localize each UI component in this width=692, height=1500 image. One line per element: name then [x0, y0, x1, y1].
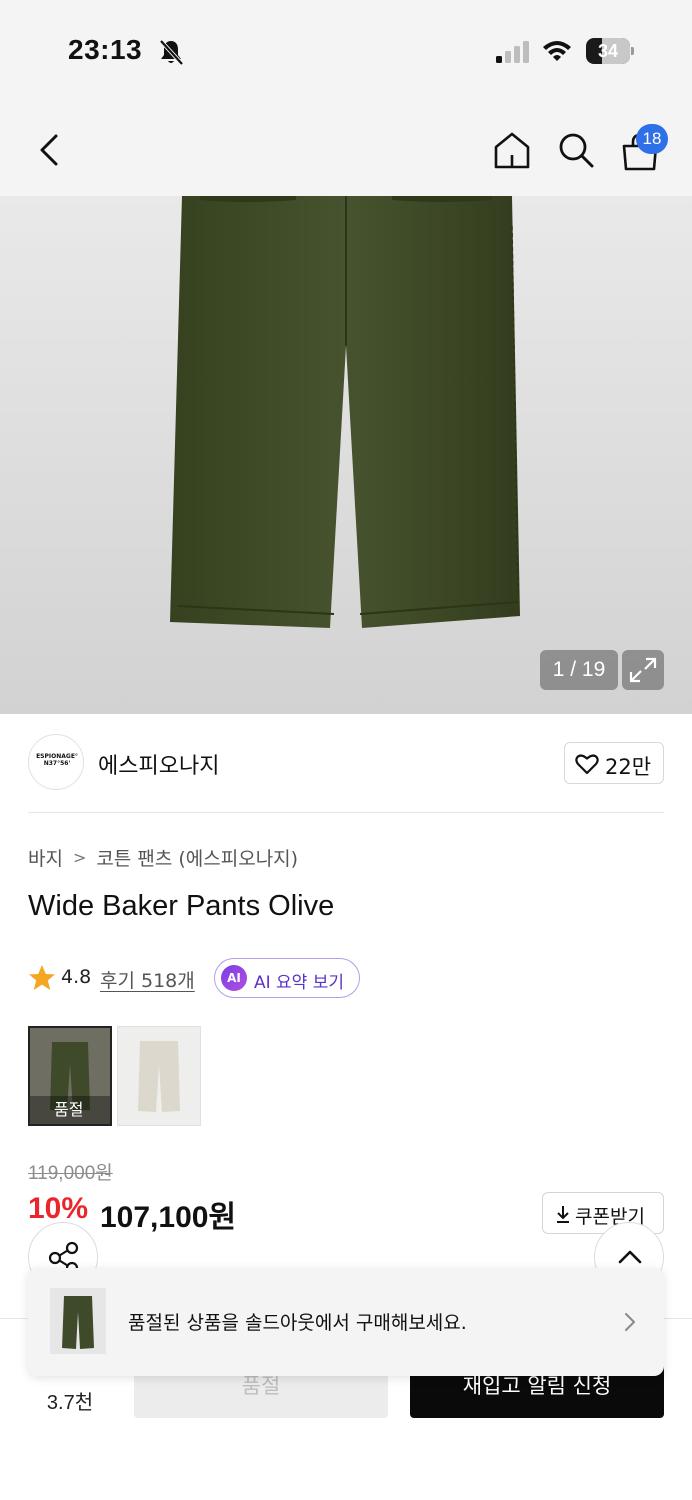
battery-icon: 34: [586, 38, 634, 64]
home-icon[interactable]: [492, 130, 532, 170]
brand-logo-text-1: ESPIONAGE°: [36, 753, 78, 760]
pants-image: [170, 196, 520, 628]
original-price: 119,000원: [28, 1163, 113, 1184]
brand-logo-text-2: N37°56': [43, 760, 71, 767]
chevron-up-icon: [618, 1250, 642, 1264]
heart-icon: [575, 754, 599, 775]
product-title: Wide Baker Pants Olive: [28, 890, 335, 922]
ai-summary-label: AI 요약 보기: [254, 973, 345, 993]
search-icon[interactable]: [556, 130, 596, 170]
top-nav-bar: [0, 100, 692, 196]
sale-price: 107,100원: [100, 1201, 237, 1234]
status-bar: 23:13 34: [0, 0, 692, 100]
banner-message: 품절된 상품을 솔드아웃에서 구매해보세요.: [128, 1312, 467, 1334]
discount-rate: 10%: [28, 1192, 89, 1225]
cellular-signal-icon: [496, 41, 529, 63]
review-link[interactable]: 후기 518개: [100, 966, 195, 993]
wifi-icon: [543, 41, 571, 61]
ecru-pants-thumbnail: [118, 1027, 200, 1125]
wish-count: 3.7천: [46, 1392, 94, 1414]
color-swatch-olive[interactable]: 품절: [28, 1026, 112, 1126]
rating-row: 4.8 후기 518개 AI AI 요약 보기: [28, 958, 428, 998]
like-button[interactable]: 22만: [564, 742, 664, 784]
soldout-label: 품절: [30, 1096, 110, 1124]
back-icon[interactable]: [30, 130, 70, 170]
ai-badge: AI: [221, 965, 247, 991]
rating-value: 4.8: [61, 966, 92, 988]
brand-row: ESPIONAGE° N37°56' 에스피오나지 22만: [28, 734, 664, 794]
download-icon: [557, 1206, 569, 1223]
brand-logo[interactable]: ESPIONAGE° N37°56': [28, 734, 84, 790]
status-time: 23:13: [68, 34, 143, 65]
image-counter: 1 / 19: [540, 650, 618, 690]
chevron-right-icon: [625, 1313, 635, 1331]
star-icon: [29, 965, 55, 990]
battery-level: 34: [597, 41, 619, 61]
color-swatch-ecru[interactable]: [117, 1026, 201, 1126]
like-count: 22만: [605, 755, 652, 779]
brand-name[interactable]: 에스피오나지: [98, 748, 219, 780]
product-image[interactable]: [0, 196, 692, 714]
ai-summary-button[interactable]: AI AI 요약 보기: [214, 958, 360, 998]
breadcrumb-category[interactable]: 바지: [28, 844, 63, 871]
soldout-promo-banner[interactable]: 품절된 상품을 솔드아웃에서 구매해보세요.: [28, 1268, 664, 1376]
breadcrumb-subcategory[interactable]: 코튼 팬츠 (에스피오나지): [96, 844, 298, 871]
breadcrumb: 바지 > 코튼 팬츠 (에스피오나지): [28, 844, 298, 872]
cart-badge: 18: [636, 124, 668, 154]
bell-off-icon: [159, 39, 184, 66]
banner-thumbnail: [50, 1288, 106, 1354]
breadcrumb-separator: >: [72, 848, 87, 867]
divider: [28, 812, 664, 813]
expand-icon[interactable]: [622, 650, 664, 690]
